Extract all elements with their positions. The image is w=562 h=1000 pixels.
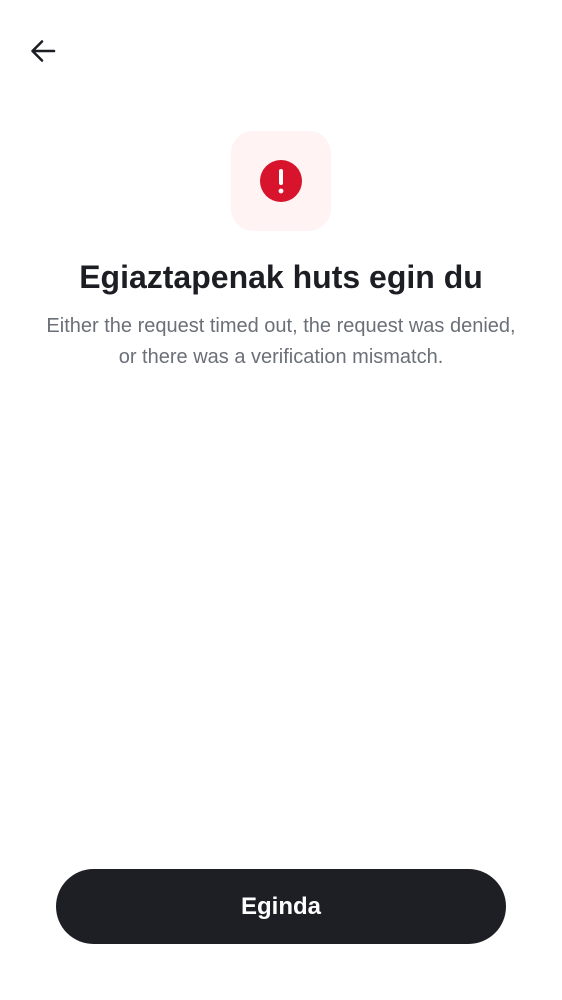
back-button[interactable] — [22, 30, 64, 72]
page-title: Egiaztapenak huts egin du — [79, 259, 483, 295]
done-button[interactable]: Eginda — [56, 869, 506, 944]
error-status-tile — [231, 131, 331, 231]
arrow-left-icon — [29, 37, 57, 65]
error-description: Either the request timed out, the reques… — [46, 315, 516, 368]
exclamation-circle-icon — [260, 160, 302, 202]
